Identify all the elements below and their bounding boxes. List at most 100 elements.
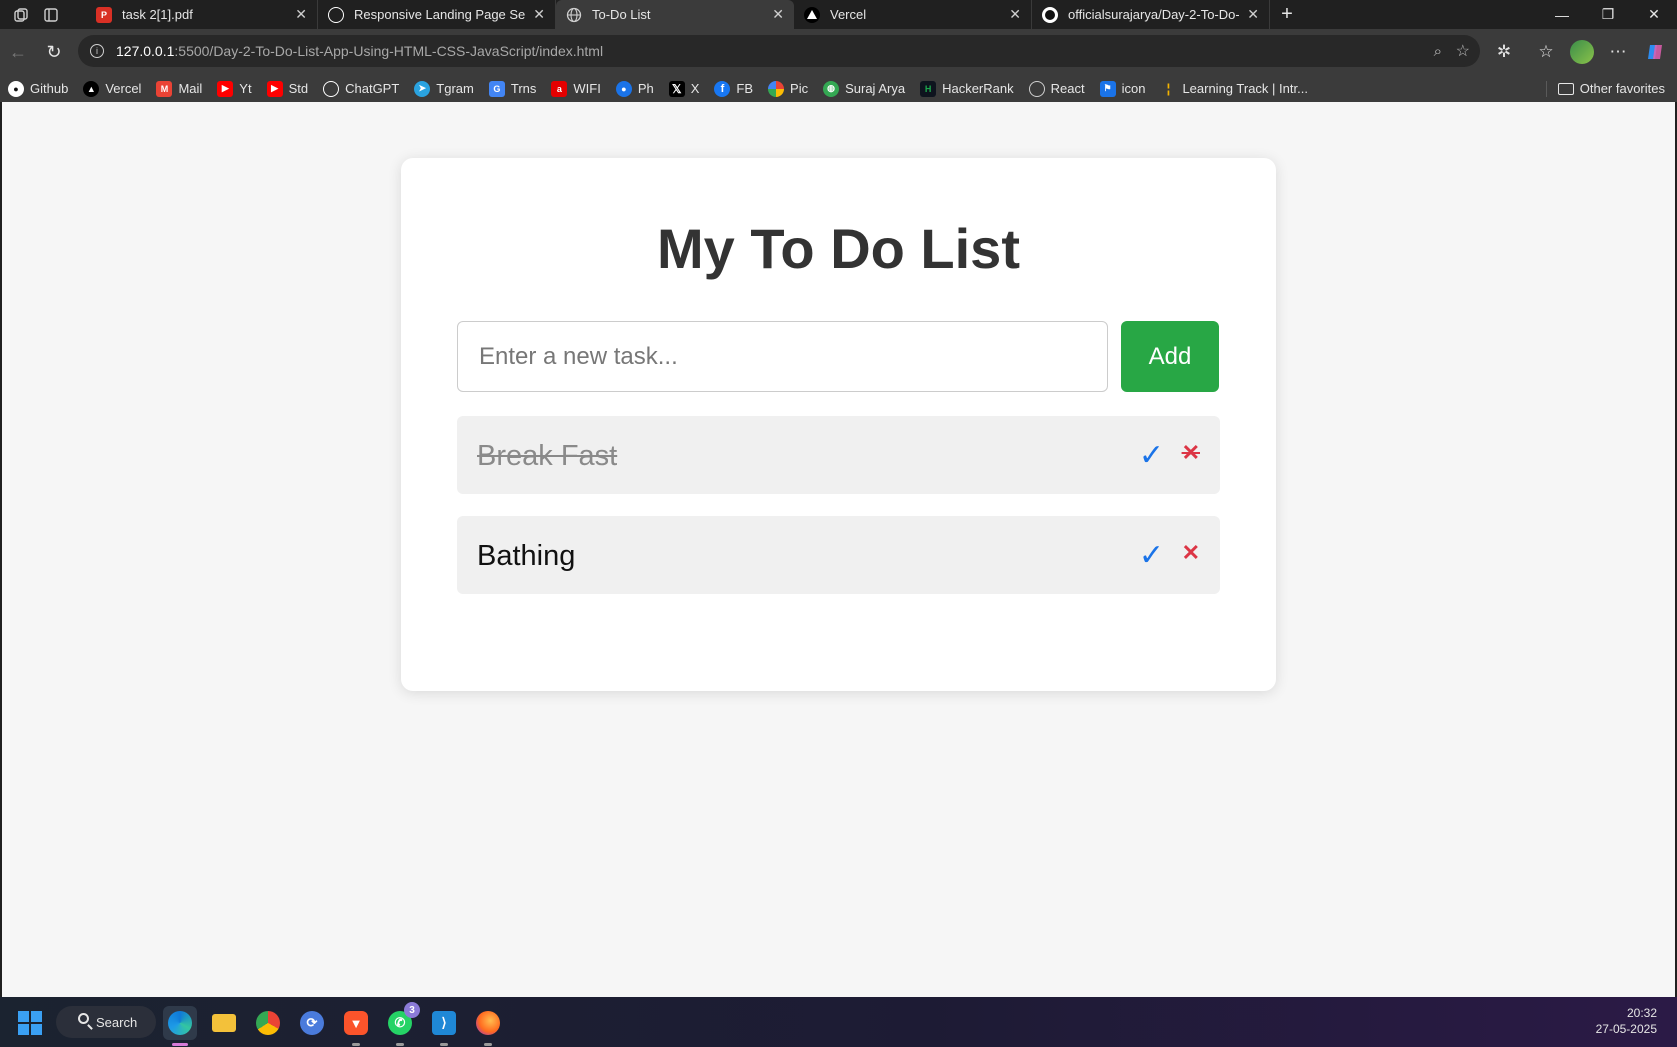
bookmark-label: Ph [637,81,654,96]
close-icon[interactable]: ✕ [1009,6,1021,23]
bookmark-label: Trns [510,81,537,96]
facebook-icon: f [714,80,731,97]
copilot-icon[interactable] [1640,36,1672,68]
globe-icon: ◍ [823,80,840,97]
bookmark-mail[interactable]: M Mail [156,80,202,97]
close-icon[interactable]: ✕ [772,6,784,23]
more-menu-icon[interactable]: ⋯ [1602,36,1634,68]
brave-icon: ▼ [344,1011,368,1035]
minimize-button[interactable]: — [1539,0,1585,29]
other-favorites-label: Other favorites [1579,81,1665,96]
tab-vercel[interactable]: Vercel ✕ [794,0,1032,29]
add-button[interactable]: Add [1121,321,1219,392]
restore-button[interactable]: ❐ [1585,0,1631,29]
bookmark-fb[interactable]: f FB [714,80,753,97]
bookmark-chatgpt[interactable]: ChatGPT [323,80,400,97]
bookmarks-divider [1546,81,1547,97]
clock-date: 27-05-2025 [1595,1022,1657,1036]
bookmark-icon[interactable]: ⚑ icon [1099,80,1145,97]
openai-icon [328,6,344,23]
bookmark-hackerrank[interactable]: H HackerRank [920,80,1014,97]
url-host: 127.0.0.1 [116,43,175,59]
reload-button[interactable]: ↻ [36,34,72,70]
bookmark-ph[interactable]: ● Ph [615,80,654,97]
airtel-icon: a [551,80,568,97]
bookmark-github[interactable]: ● Github [8,80,68,97]
close-icon[interactable]: ✕ [295,6,307,23]
start-button[interactable] [18,1011,42,1035]
bookmark-wifi[interactable]: a WIFI [551,80,601,97]
bookmark-yt[interactable]: ▶ Yt [217,80,252,97]
bookmark-react[interactable]: React [1028,80,1085,97]
globe-icon [1028,80,1045,97]
bookmark-label: React [1050,81,1085,96]
bookmark-label: Tgram [436,81,474,96]
tab-github-repo[interactable]: officialsurajarya/Day-2-To-Do-List ✕ [1032,0,1270,29]
bookmark-label: Yt [239,81,252,96]
extensions-icon[interactable]: ✲ [1488,36,1520,68]
back-button[interactable]: ← [0,34,36,70]
todo-card: My To Do List Add Break Fast ✓ ✕ Bathing… [401,158,1276,691]
other-favorites-folder[interactable]: Other favorites [1557,75,1665,102]
bookmark-vercel[interactable]: ▲ Vercel [83,80,141,97]
site-info-icon[interactable]: i [90,44,104,58]
address-bar[interactable]: i 127.0.0.1:5500/Day-2-To-Do-List-App-Us… [78,35,1480,67]
firefox-icon [476,1011,500,1035]
task-input[interactable] [457,321,1108,392]
tab-pdf[interactable]: P task 2[1].pdf ✕ [86,0,318,29]
bookmark-x[interactable]: 𝕏X [668,80,700,97]
vscode-icon: ⟩ [432,1011,456,1035]
page-viewport: My To Do List Add Break Fast ✓ ✕ Bathing… [2,102,1675,997]
tab-landing-page[interactable]: Responsive Landing Page Setup ✕ [318,0,556,29]
url-path: :5500/Day-2-To-Do-List-App-Using-HTML-CS… [174,43,604,59]
delete-icon[interactable]: ✕ [1182,440,1200,466]
bookmark-tgram[interactable]: ➤ Tgram [414,80,474,97]
windows-taskbar: Search ⟳ ▼ ✆ 3 ⟩ 20:32 27-05-2025 [0,997,1677,1047]
file-explorer-app[interactable] [207,1006,241,1040]
check-icon[interactable]: ✓ [1139,538,1164,573]
github-icon [1042,6,1058,23]
firefox-app[interactable] [471,1006,505,1046]
search-icon [78,1013,89,1024]
vscode-app[interactable]: ⟩ [427,1006,461,1046]
youtube-icon: ▶ [217,80,234,97]
bookmark-std[interactable]: ▶ Std [266,80,308,97]
x-icon: 𝕏 [668,80,685,97]
taskbar-search[interactable]: Search [56,1006,156,1038]
brave-app[interactable]: ▼ [339,1006,373,1046]
search-label: Search [96,1014,138,1030]
bookmark-label: X [690,81,700,96]
close-window-button[interactable]: ✕ [1631,0,1677,29]
close-icon[interactable]: ✕ [1247,6,1259,23]
tab-title: task 2[1].pdf [122,7,193,22]
sync-app[interactable]: ⟳ [295,1006,329,1040]
profile-avatar[interactable] [1566,36,1598,68]
bookmark-pic[interactable]: Pic [768,80,808,97]
bookmark-trns[interactable]: G Trns [488,80,537,97]
new-tab-button[interactable]: + [1270,0,1304,29]
whatsapp-app[interactable]: ✆ 3 [383,1002,420,1046]
flag-icon: ⚑ [1099,80,1116,97]
edge-app[interactable] [163,1006,197,1046]
tab-title: Responsive Landing Page Setup [354,7,526,22]
chrome-app[interactable] [251,1006,285,1040]
zoom-icon[interactable]: ⌕ [1434,43,1442,60]
bookmark-label: ChatGPT [345,81,400,96]
bookmark-suraj-arya[interactable]: ◍ Suraj Arya [823,80,905,97]
chrome-icon [256,1011,280,1035]
check-icon[interactable]: ✓ [1139,438,1164,473]
system-clock[interactable]: 20:32 27-05-2025 [1596,1005,1657,1037]
favorites-icon[interactable]: ☆ [1530,36,1562,68]
github-icon: ● [8,80,24,97]
person-icon: ● [615,80,632,97]
edge-icon [168,1011,192,1035]
bookmark-learning-track[interactable]: ¦ Learning Track | Intr... [1160,81,1308,97]
close-icon[interactable]: ✕ [533,6,545,23]
tab-actions-icon[interactable] [36,0,66,29]
favorite-star-icon[interactable]: ☆ [1456,41,1470,61]
workspaces-icon[interactable] [6,0,36,29]
photos-icon [768,80,785,97]
tab-todo-list[interactable]: To-Do List ✕ [556,0,794,29]
clock-time: 20:32 [1626,1006,1657,1020]
delete-icon[interactable]: ✕ [1182,540,1200,566]
